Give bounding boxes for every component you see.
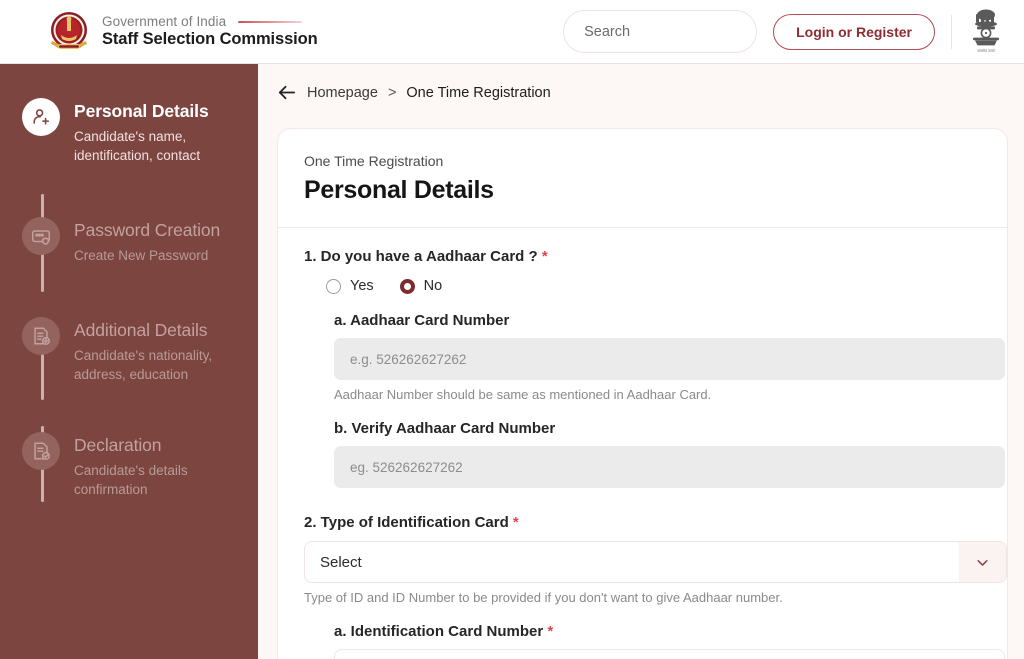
sidebar-step-3-body: Additional Details Candidate's nationali… <box>74 317 246 384</box>
question-1-text: 1. Do you have a Aadhaar Card ? <box>304 248 538 265</box>
app-root: Government of India Staff Selection Comm… <box>0 0 1024 659</box>
verify-aadhaar-card-number-label: b. Verify Aadhaar Card Number <box>334 420 556 437</box>
identification-card-number-input[interactable] <box>334 649 1005 659</box>
sidebar-step-4-body: Declaration Candidate's details confirma… <box>74 432 246 499</box>
aadhaar-card-number-input[interactable] <box>334 338 1005 380</box>
svg-text:सत्यमेव जयते: सत्यमेव जयते <box>977 48 995 53</box>
identification-card-number-required-mark: * <box>547 623 554 640</box>
login-or-register-button[interactable]: Login or Register <box>773 13 935 50</box>
sidebar-step-personal-details[interactable]: Personal Details Candidate's name, ident… <box>0 98 258 165</box>
sidebar-step-4-title: Declaration <box>74 435 162 455</box>
ssc-emblem-logo <box>51 11 87 49</box>
identification-card-number-label: a. Identification Card Number * <box>334 623 981 640</box>
form-eyebrow: One Time Registration <box>304 153 444 169</box>
question-2-text: 2. Type of Identification Card <box>304 514 509 531</box>
sidebar-step-2-title: Password Creation <box>74 220 221 240</box>
radio-no-label: No <box>423 278 443 294</box>
radio-yes-label: Yes <box>350 278 374 294</box>
identification-card-type-select[interactable]: Select <box>304 541 1007 583</box>
card-divider <box>278 227 1007 228</box>
aadhaar-radio-group: Yes No <box>326 278 981 294</box>
breadcrumb: Homepage > One Time Registration <box>276 82 1024 103</box>
brand-accent-rule <box>238 21 303 23</box>
identification-card-number-text: a. Identification Card Number <box>334 623 544 640</box>
question-2-required-mark: * <box>512 514 519 531</box>
sidebar-step-2-subtitle: Create New Password <box>74 248 209 263</box>
personal-details-form-card: One Time Registration Personal Details 1… <box>277 128 1008 659</box>
brand-block[interactable]: Government of India Staff Selection Comm… <box>46 9 318 55</box>
aadhaar-card-number-label: a. Aadhaar Card Number <box>334 312 510 329</box>
gov-row: Government of India <box>102 14 318 29</box>
chevron-down-icon[interactable] <box>959 542 1006 582</box>
breadcrumb-separator: > <box>387 84 397 101</box>
sidebar-step-4-subtitle: Candidate's details confirmation <box>74 463 188 497</box>
organization-name: Staff Selection Commission <box>102 30 318 48</box>
password-card-lock-icon <box>22 217 60 255</box>
radio-option-no[interactable]: No <box>399 278 443 294</box>
document-check-icon <box>22 432 60 470</box>
question-1-block: 1. Do you have a Aadhaar Card ? * Yes No… <box>304 248 1005 488</box>
radio-option-yes[interactable]: Yes <box>326 278 374 294</box>
question-2-block: 2. Type of Identification Card * Select … <box>304 514 1007 659</box>
document-add-icon <box>22 317 60 355</box>
sidebar-step-1-body: Personal Details Candidate's name, ident… <box>74 98 246 165</box>
sidebar-step-2-body: Password Creation Create New Password <box>74 217 220 265</box>
sidebar-step-1-title: Personal Details <box>74 101 209 121</box>
brand-text: Government of India Staff Selection Comm… <box>102 14 318 49</box>
page-title: Personal Details <box>304 176 494 204</box>
site-header: Government of India Staff Selection Comm… <box>0 0 1024 64</box>
main-content: Homepage > One Time Registration One Tim… <box>258 64 1024 659</box>
question-1-label: 1. Do you have a Aadhaar Card ? * <box>304 248 981 265</box>
sidebar-step-3-subtitle: Candidate's nationality, address, educat… <box>74 348 213 382</box>
sidebar-step-1-subtitle: Candidate's name, identification, contac… <box>74 129 201 163</box>
aadhaar-number-hint: Aadhaar Number should be same as mention… <box>334 387 712 402</box>
sidebar-step-3-title: Additional Details <box>74 320 208 340</box>
header-divider <box>951 14 952 49</box>
government-of-india-label: Government of India <box>102 14 227 29</box>
header-actions: Login or Register सत्यमेव जयते <box>563 8 1004 56</box>
back-arrow-icon[interactable] <box>276 82 297 103</box>
registration-stepper-sidebar: Personal Details Candidate's name, ident… <box>0 64 258 659</box>
question-2-label: 2. Type of Identification Card * <box>304 514 981 531</box>
sidebar-step-password-creation[interactable]: Password Creation Create New Password <box>0 217 258 265</box>
question-1-required-mark: * <box>541 248 548 265</box>
verify-aadhaar-card-number-input[interactable] <box>334 446 1005 488</box>
sidebar-step-declaration[interactable]: Declaration Candidate's details confirma… <box>0 432 258 499</box>
identification-card-hint: Type of ID and ID Number to be provided … <box>304 590 783 605</box>
user-add-icon <box>22 98 60 136</box>
radio-yes-indicator[interactable] <box>326 278 341 294</box>
sidebar-step-additional-details[interactable]: Additional Details Candidate's nationali… <box>0 317 258 384</box>
identification-card-type-value: Select <box>320 553 362 571</box>
radio-no-indicator[interactable] <box>399 278 415 294</box>
breadcrumb-homepage-link[interactable]: Homepage <box>307 85 378 101</box>
breadcrumb-current-page: One Time Registration <box>406 84 551 101</box>
search-input[interactable] <box>584 23 772 40</box>
national-emblem-ashoka-pillar: सत्यमेव जयते <box>973 9 999 53</box>
search-box[interactable] <box>563 10 772 53</box>
